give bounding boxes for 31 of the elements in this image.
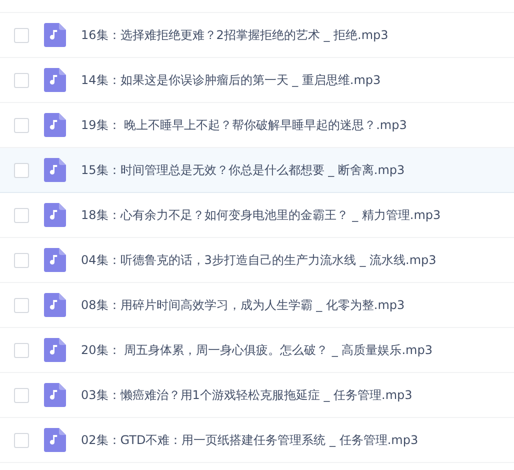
file-name[interactable]: 08集：用碎片时间高效学习，成为人生学霸 _ 化零为整.mp3 xyxy=(81,296,405,314)
checkbox[interactable] xyxy=(14,252,29,268)
music-file-icon xyxy=(44,113,66,137)
checkbox[interactable] xyxy=(14,208,29,222)
music-file-icon xyxy=(44,338,66,362)
music-file-icon xyxy=(44,23,66,47)
music-file-icon xyxy=(44,293,66,317)
checkbox[interactable] xyxy=(14,432,29,448)
file-name[interactable]: 19集： 晚上不睡早上不起？帮你破解早睡早起的迷思？.mp3 xyxy=(81,116,407,134)
file-name[interactable]: 16集：选择难拒绝更难？2招掌握拒绝的艺术 _ 拒绝.mp3 xyxy=(81,26,388,44)
file-name[interactable]: 14集：如果这是你误诊肿瘤后的第一天 _ 重启思维.mp3 xyxy=(81,72,381,88)
file-name[interactable]: 02集：GTD不难：用一页纸搭建任务管理系统 _ 任务管理.mp3 xyxy=(81,432,418,448)
music-file-icon xyxy=(44,428,66,452)
file-name[interactable]: 15集：时间管理总是无效？你总是什么都想要 _ 断舍离.mp3 xyxy=(81,162,405,178)
music-file-icon xyxy=(44,203,66,227)
checkbox[interactable] xyxy=(14,388,29,402)
file-name[interactable]: 20集： 周五身体累，周一身心俱疲。怎么破？ _ 高质量娱乐.mp3 xyxy=(81,342,432,358)
checkbox[interactable] xyxy=(14,162,29,178)
music-file-icon xyxy=(44,68,66,92)
checkbox[interactable] xyxy=(14,72,29,88)
checkbox[interactable] xyxy=(14,298,29,312)
checkbox[interactable] xyxy=(14,342,29,358)
file-name[interactable]: 04集：听德鲁克的话，3步打造自己的生产力流水线 _ 流水线.mp3 xyxy=(81,252,436,268)
file-row[interactable]: 15集：时间管理总是无效？你总是什么都想要 _ 断舍离.mp3 xyxy=(0,148,514,193)
checkbox[interactable] xyxy=(14,118,29,132)
music-file-icon xyxy=(44,248,66,272)
music-file-icon xyxy=(44,383,66,407)
file-name[interactable]: 03集：懒癌难治？用1个游戏轻松克服拖延症 _ 任务管理.mp3 xyxy=(81,386,412,404)
checkbox[interactable] xyxy=(14,28,29,42)
file-name[interactable]: 18集：心有余力不足？如何变身电池里的金霸王？ _ 精力管理.mp3 xyxy=(81,206,441,224)
music-file-icon xyxy=(44,158,66,182)
